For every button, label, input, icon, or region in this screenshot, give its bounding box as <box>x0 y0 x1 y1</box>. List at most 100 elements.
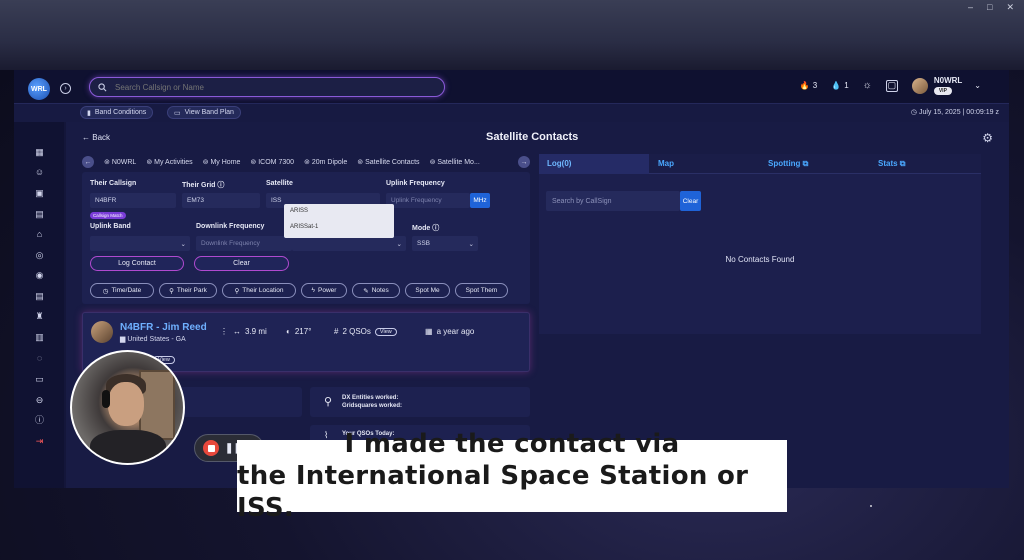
user-icon[interactable]: ☺ <box>34 167 45 178</box>
their-grid-input[interactable]: EM73 <box>182 193 260 208</box>
downlink-frequency-label: Downlink Frequency <box>196 223 265 230</box>
uplink-frequency-label: Uplink Frequency <box>386 180 445 187</box>
logout-icon[interactable]: ⇥ <box>34 436 45 447</box>
us-flag-icon: ▆ <box>120 336 126 343</box>
star-decoration <box>870 505 872 507</box>
external-link-icon: ⧉ <box>899 159 906 168</box>
webcam-overlay <box>70 350 185 465</box>
mode-label: Mode ⓘ <box>412 225 440 232</box>
downlink-band-select[interactable]: ⌄ <box>292 236 406 251</box>
chevron-down-icon: ⌄ <box>180 240 186 248</box>
folder-icon[interactable]: ▭ <box>34 374 45 385</box>
downlink-frequency-input[interactable]: Downlink Frequency <box>196 236 292 251</box>
dropdown-option[interactable]: ARISS <box>284 204 394 220</box>
ellipsis-icon[interactable]: ⋮ <box>220 327 228 336</box>
tab-log[interactable]: Log(0) <box>547 159 571 168</box>
stop-recording-button[interactable] <box>203 440 219 456</box>
breadcrumb-prev-button[interactable]: ← <box>82 156 94 168</box>
search-input[interactable] <box>115 82 415 92</box>
breadcrumb-item[interactable]: ⊚ Satellite Mo... <box>430 158 480 166</box>
presenter-face <box>108 382 144 426</box>
backpack-icon[interactable]: ⌂ <box>34 229 45 240</box>
device-icon[interactable]: ▢ <box>885 79 898 92</box>
breadcrumb-item[interactable]: ⊚ Satellite Contacts <box>357 158 419 166</box>
trophy-icon[interactable]: ♜ <box>34 311 45 322</box>
avatar <box>91 321 113 343</box>
sidebar: ▦ ☺ ▣ ▤ ⌂ ◎ ◉ ▤ ♜ ▥ ◌ ▭ ⊖ ⓘ ⇥ <box>14 122 64 488</box>
caption-line-2: the International Space Station or ISS. <box>237 461 749 523</box>
mode-select[interactable]: SSB ⌄ <box>412 236 478 251</box>
uplink-band-select[interactable]: ⌄ <box>90 236 190 251</box>
search-bar[interactable] <box>89 77 445 97</box>
log-clear-button[interactable]: Clear <box>680 191 701 211</box>
log-contact-button[interactable]: Log Contact <box>90 256 184 271</box>
breadcrumb-item[interactable]: ⊚ N0WRL <box>104 158 136 166</box>
droplet-icon: 💧 <box>831 81 842 90</box>
tab-map[interactable]: Map <box>658 159 674 168</box>
info-icon[interactable]: ⓘ <box>34 415 45 426</box>
minimize-button[interactable]: – <box>968 2 973 13</box>
document-icon[interactable]: ▤ <box>34 291 45 302</box>
headset-icon <box>102 390 110 408</box>
satellite-icon[interactable]: ◎ <box>34 250 45 261</box>
signal-icon[interactable]: ◉ <box>34 270 45 281</box>
band-conditions-button[interactable]: ▮ Band Conditions <box>80 106 154 119</box>
list-icon[interactable]: ▥ <box>34 332 45 343</box>
their-callsign-input[interactable]: N4BFR <box>90 193 176 208</box>
their-location-button[interactable]: ⚲ Their Location <box>222 283 296 298</box>
minus-circle-icon[interactable]: ⊖ <box>34 395 45 406</box>
forward-arrow-icon[interactable]: › <box>60 83 71 94</box>
log-search-input[interactable]: Search by CallSign <box>546 191 680 211</box>
power-button[interactable]: ϟ Power <box>301 283 347 298</box>
dashboard-icon[interactable]: ▦ <box>34 147 45 158</box>
maximize-button[interactable]: □ <box>987 2 992 13</box>
view-band-plan-label: View Band Plan <box>184 109 234 116</box>
info-icon: ⓘ <box>217 182 225 189</box>
wrl-logo[interactable]: WRL <box>28 78 50 100</box>
streak-stat[interactable]: 🔥 3 <box>800 81 817 90</box>
spot-them-button[interactable]: Spot Them <box>455 283 508 298</box>
view-band-plan-button[interactable]: ▭ View Band Plan <box>167 106 241 119</box>
band-conditions-label: Band Conditions <box>94 109 147 116</box>
chat-icon[interactable]: ◌ <box>34 353 45 364</box>
close-button[interactable]: ✕ <box>1006 2 1014 13</box>
tab-stats[interactable]: Stats ⧉ <box>878 159 906 169</box>
datetime-text: July 15, 2025 | 00:09:19 z <box>918 109 999 116</box>
user-callsign: N0WRL <box>933 76 963 85</box>
gear-icon[interactable]: ⚙ <box>982 131 993 145</box>
drop-stat[interactable]: 💧 1 <box>831 81 848 90</box>
log-icon[interactable]: ▤ <box>34 209 45 220</box>
datetime-display: ◷ July 15, 2025 | 00:09:19 z <box>911 108 999 116</box>
bolt-icon: ϟ <box>311 287 315 294</box>
contacts-icon[interactable]: ▣ <box>34 188 45 199</box>
log-tabs: Log(0) Map Spotting ⧉ Stats ⧉ <box>539 154 981 174</box>
uplink-frequency-input[interactable]: Uplink Frequency <box>386 193 470 208</box>
tab-spotting[interactable]: Spotting ⧉ <box>768 159 808 169</box>
clear-form-button[interactable]: Clear <box>194 256 289 271</box>
breadcrumb-item[interactable]: ⊚ My Home <box>203 158 241 166</box>
user-menu[interactable]: N0WRL VIP ⌄ <box>911 76 981 95</box>
sun-icon[interactable]: ☼ <box>863 80 872 91</box>
breadcrumb-next-button[interactable]: → <box>518 156 530 168</box>
search-icon <box>98 82 107 91</box>
breadcrumb-item[interactable]: ⊚ My Activities <box>146 158 192 166</box>
time-date-button[interactable]: ◷ Time/Date <box>90 283 154 298</box>
notes-button[interactable]: ✎ Notes <box>352 283 400 298</box>
view-qsos-button[interactable]: View <box>374 327 397 336</box>
empty-state: No Contacts Found <box>725 255 795 264</box>
callsign-match-badge: Callsign Match <box>90 212 126 219</box>
mhz-unit-button[interactable]: MHz <box>470 193 490 208</box>
dropdown-option[interactable]: ARISSat-1 <box>284 220 394 236</box>
breadcrumb-item[interactable]: ⊚ 20m Dipole <box>304 158 347 166</box>
spot-me-button[interactable]: Spot Me <box>405 283 450 298</box>
breadcrumb-item[interactable]: ⊚ ICOM 7300 <box>250 158 294 166</box>
back-button[interactable]: ← Back <box>82 133 110 142</box>
vip-badge: VIP <box>933 87 952 95</box>
chevron-down-icon: ⌄ <box>974 81 981 90</box>
info-icon: ⓘ <box>432 225 440 232</box>
contact-name[interactable]: N4BFR - Jim Reed <box>120 322 207 333</box>
pin-icon: ⚲ <box>169 287 174 295</box>
their-park-button[interactable]: ⚲ Their Park <box>159 283 217 298</box>
dx-entities-label: DX Entities worked: <box>342 395 399 401</box>
their-grid-label: Their Grid ⓘ <box>182 182 225 189</box>
